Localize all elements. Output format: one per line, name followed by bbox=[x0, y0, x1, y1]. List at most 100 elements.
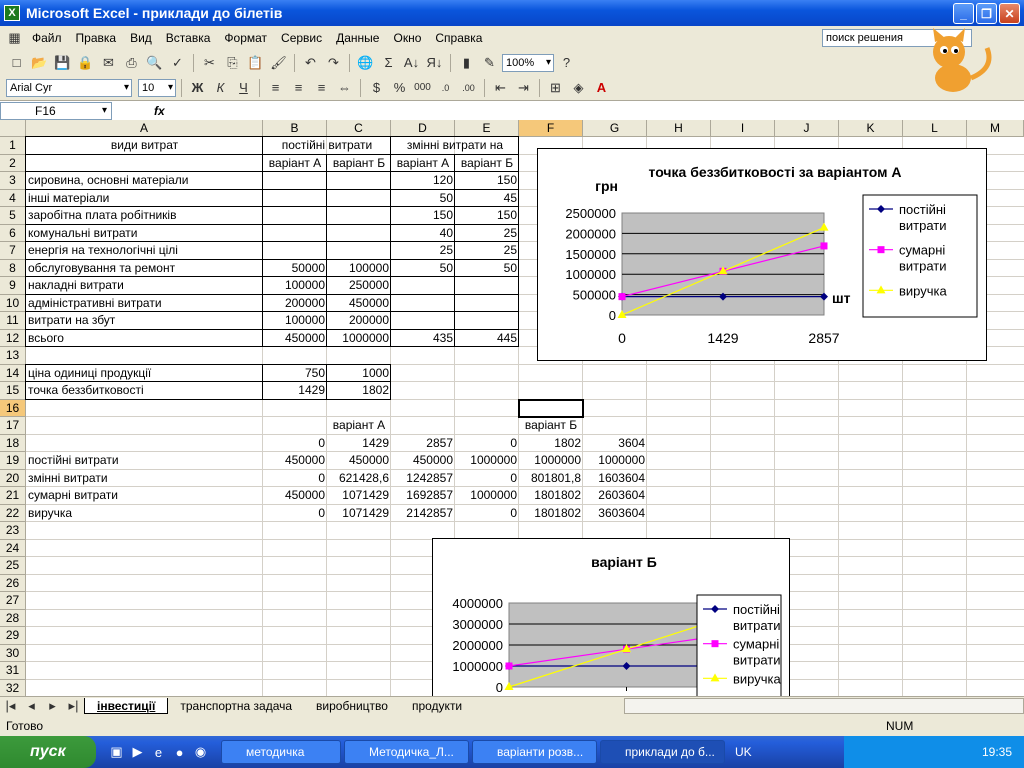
row-header-16[interactable]: 16 bbox=[0, 399, 26, 417]
column-header-L[interactable]: L bbox=[903, 120, 967, 137]
cell-A12[interactable]: всього bbox=[26, 330, 263, 347]
cell-C9[interactable]: 250000 bbox=[327, 277, 391, 294]
prev-sheet-icon[interactable]: ◂ bbox=[21, 696, 42, 716]
autosum-icon[interactable]: Σ bbox=[378, 53, 399, 73]
excel-doc-icon[interactable]: ▦ bbox=[4, 28, 25, 48]
cell-C10[interactable]: 450000 bbox=[327, 295, 391, 312]
row-header-6[interactable]: 6 bbox=[0, 224, 26, 242]
cell-C8[interactable]: 100000 bbox=[327, 260, 391, 277]
cell-A6[interactable]: комунальні витрати bbox=[26, 225, 263, 242]
increase-decimal-icon[interactable]: .0 bbox=[435, 78, 456, 98]
column-header-G[interactable]: G bbox=[583, 120, 647, 137]
cell-D4[interactable]: 50 bbox=[391, 190, 455, 207]
row-header-1[interactable]: 1 bbox=[0, 137, 26, 155]
cell-D5[interactable]: 150 bbox=[391, 207, 455, 224]
column-header-K[interactable]: K bbox=[839, 120, 903, 137]
cell-B18[interactable]: 0 bbox=[263, 435, 327, 452]
cell-E4[interactable]: 45 bbox=[455, 190, 519, 207]
column-header-C[interactable]: C bbox=[327, 120, 391, 137]
row-header-23[interactable]: 23 bbox=[0, 522, 26, 540]
cell-C19[interactable]: 450000 bbox=[327, 452, 391, 469]
save-icon[interactable]: 💾 bbox=[52, 53, 73, 73]
name-box[interactable]: F16 bbox=[0, 101, 112, 120]
zoom-select[interactable]: 100% bbox=[502, 53, 554, 72]
row-header-21[interactable]: 21 bbox=[0, 487, 26, 505]
language-indicator[interactable]: UK bbox=[735, 745, 752, 759]
row-header-8[interactable]: 8 bbox=[0, 259, 26, 277]
cell-C11[interactable]: 200000 bbox=[327, 312, 391, 329]
cell-E22[interactable]: 0 bbox=[455, 505, 519, 522]
decrease-indent-icon[interactable]: ⇤ bbox=[490, 78, 511, 98]
row-header-25[interactable]: 25 bbox=[0, 557, 26, 575]
row-header-28[interactable]: 28 bbox=[0, 609, 26, 627]
cell-F17[interactable]: варіант Б bbox=[519, 417, 583, 434]
cell-A9[interactable]: накладні витрати bbox=[26, 277, 263, 294]
cell-B21[interactable]: 450000 bbox=[263, 487, 327, 504]
cell-A22[interactable]: виручка bbox=[26, 505, 263, 522]
row-header-20[interactable]: 20 bbox=[0, 469, 26, 487]
menu-file[interactable]: Файл bbox=[25, 31, 69, 45]
cell-E20[interactable]: 0 bbox=[455, 470, 519, 487]
cell-A4[interactable]: інші матеріали bbox=[26, 190, 263, 207]
row-header-12[interactable]: 12 bbox=[0, 329, 26, 347]
spreadsheet-grid[interactable]: A B C D E F G H I J K L M 1 2 3 4 5 6 7 8 9 10 11 12 13 14 15 16 17 18… bbox=[0, 120, 1024, 696]
cell-B1[interactable]: постійні витрати bbox=[263, 137, 391, 154]
row-header-3[interactable]: 3 bbox=[0, 172, 26, 190]
cell-G21[interactable]: 2603604 bbox=[583, 487, 647, 504]
font-size-select[interactable]: 10 bbox=[138, 78, 176, 97]
merge-center-icon[interactable]: ⇔ bbox=[334, 78, 355, 98]
cell-E19[interactable]: 1000000 bbox=[455, 452, 519, 469]
cell-A5[interactable]: заробітна плата робітників bbox=[26, 207, 263, 224]
minimize-button[interactable]: _ bbox=[953, 3, 974, 24]
row-header-5[interactable]: 5 bbox=[0, 207, 26, 225]
cell-A19[interactable]: постійні витрати bbox=[26, 452, 263, 469]
sort-asc-icon[interactable]: A↓ bbox=[401, 53, 422, 73]
cell-C14[interactable]: 1000 bbox=[327, 365, 391, 382]
sheet-tab-investments[interactable]: інвестиції bbox=[84, 697, 169, 714]
column-header-M[interactable]: M bbox=[967, 120, 1024, 137]
cell-A20[interactable]: змінні витрати bbox=[26, 470, 263, 487]
row-header-32[interactable]: 32 bbox=[0, 679, 26, 696]
restore-button[interactable]: ❐ bbox=[976, 3, 997, 24]
new-icon[interactable]: □ bbox=[6, 53, 27, 73]
cell-A3[interactable]: сировина, основні матеріали bbox=[26, 172, 263, 189]
task-pryklady[interactable]: приклади до б... bbox=[600, 740, 725, 764]
cell-D19[interactable]: 450000 bbox=[391, 452, 455, 469]
column-header-A[interactable]: A bbox=[26, 120, 263, 137]
cell-B15[interactable]: 1429 bbox=[263, 382, 327, 399]
permission-icon[interactable]: 🔒 bbox=[75, 53, 96, 73]
paste-icon[interactable]: 📋 bbox=[245, 53, 266, 73]
row-header-15[interactable]: 15 bbox=[0, 382, 26, 400]
row-header-29[interactable]: 29 bbox=[0, 627, 26, 645]
font-color-icon[interactable]: A bbox=[591, 78, 612, 98]
print-preview-icon[interactable]: 🔍 bbox=[144, 53, 165, 73]
sort-desc-icon[interactable]: Я↓ bbox=[424, 53, 445, 73]
cell-D20[interactable]: 1242857 bbox=[391, 470, 455, 487]
cell-G22[interactable]: 3603604 bbox=[583, 505, 647, 522]
cell-E3[interactable]: 150 bbox=[455, 172, 519, 189]
underline-icon[interactable]: Ч bbox=[233, 78, 254, 98]
column-header-H[interactable]: H bbox=[647, 120, 711, 137]
cell-C12[interactable]: 1000000 bbox=[327, 330, 391, 347]
menu-window[interactable]: Окно bbox=[386, 31, 428, 45]
cell-C22[interactable]: 1071429 bbox=[327, 505, 391, 522]
active-cell-selection[interactable] bbox=[518, 398, 584, 418]
row-header-9[interactable]: 9 bbox=[0, 277, 26, 295]
quicklaunch-ie-icon[interactable]: e bbox=[148, 742, 169, 762]
cell-B20[interactable]: 0 bbox=[263, 470, 327, 487]
cell-A11[interactable]: витрати на збут bbox=[26, 312, 263, 329]
cell-A21[interactable]: сумарні витрати bbox=[26, 487, 263, 504]
menu-view[interactable]: Вид bbox=[123, 31, 159, 45]
copy-icon[interactable]: ⎘ bbox=[222, 53, 243, 73]
percent-icon[interactable]: % bbox=[389, 78, 410, 98]
cell-D18[interactable]: 2857 bbox=[391, 435, 455, 452]
sheet-tab-products[interactable]: продукти bbox=[400, 698, 474, 714]
quicklaunch-app-icon[interactable]: ◉ bbox=[190, 742, 211, 762]
cut-icon[interactable]: ✂ bbox=[199, 53, 220, 73]
comma-style-icon[interactable]: 000 bbox=[412, 78, 433, 98]
cell-G19[interactable]: 1000000 bbox=[583, 452, 647, 469]
row-header-26[interactable]: 26 bbox=[0, 574, 26, 592]
row-header-11[interactable]: 11 bbox=[0, 312, 26, 330]
help-icon[interactable]: ? bbox=[556, 53, 577, 73]
cell-D7[interactable]: 25 bbox=[391, 242, 455, 259]
